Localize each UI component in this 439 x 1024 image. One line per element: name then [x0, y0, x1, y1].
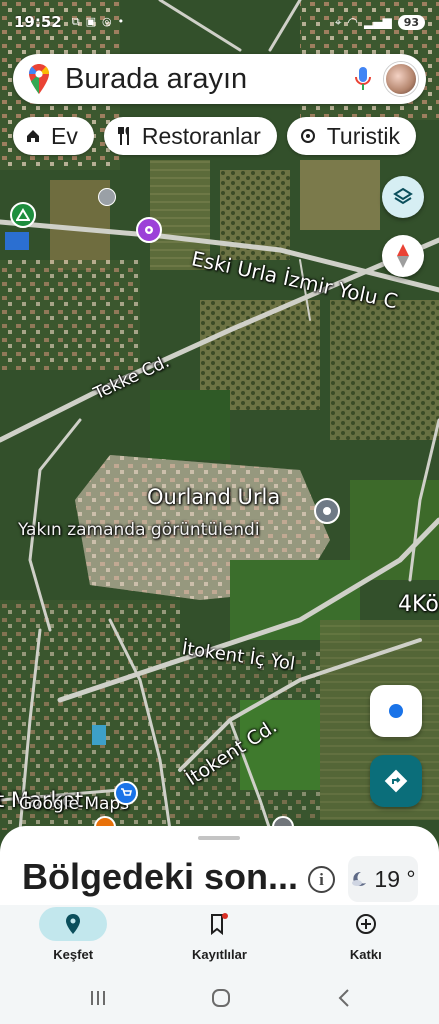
chip-attractions[interactable]: Turistik	[286, 117, 416, 155]
layers-icon	[393, 187, 413, 205]
google-maps-logo-icon	[29, 64, 49, 94]
microphone-icon[interactable]	[354, 66, 372, 92]
signal-icon: ▂▄▆	[364, 15, 392, 29]
sheet-drag-handle[interactable]	[198, 836, 240, 840]
poi-bus-stop-icon[interactable]	[98, 188, 116, 206]
directions-button[interactable]	[370, 755, 422, 807]
place-pin-icon[interactable]	[314, 498, 340, 524]
chip-restaurants-label: Restoranlar	[141, 122, 261, 149]
poi-attraction-icon[interactable]	[136, 217, 162, 243]
contribute-plus-icon	[355, 914, 376, 934]
nav-explore-label: Keşfet	[53, 947, 94, 962]
explore-pin-icon	[66, 914, 81, 934]
layers-button[interactable]	[382, 176, 424, 218]
road-label-4ko: 4Kö	[398, 592, 439, 617]
restaurant-icon	[117, 127, 129, 145]
chip-home[interactable]: Ev	[13, 117, 94, 155]
system-navigation-bar	[0, 973, 439, 1024]
compass-icon	[397, 244, 409, 268]
home-button-icon[interactable]	[211, 988, 231, 1008]
wifi-icon: ◠	[347, 15, 358, 29]
info-icon[interactable]: i	[308, 866, 335, 893]
place-subtitle-recently-viewed: Yakın zamanda görüntülendi	[18, 520, 260, 540]
temperature: 19 °	[374, 865, 416, 892]
nav-explore[interactable]: Keşfet	[0, 905, 146, 973]
notification-icons: ⧉ ▣ ◎ •	[72, 15, 124, 29]
screenshot-icon: ⧉	[71, 15, 80, 28]
back-icon[interactable]	[337, 988, 351, 1008]
chip-restaurants[interactable]: Restoranlar	[103, 117, 277, 155]
nav-contribute-label: Katkı	[349, 947, 382, 962]
search-input[interactable]: Burada arayın	[65, 63, 354, 96]
instagram-icon: ◎	[102, 15, 112, 28]
my-location-button[interactable]	[370, 685, 422, 737]
status-time: 19:52	[14, 13, 62, 31]
attraction-icon	[300, 129, 315, 143]
bottom-navigation: Keşfet Kayıtlılar Katkı	[0, 905, 439, 973]
location-status-icon: ⌖	[334, 14, 342, 29]
nav-saved-label: Kayıtlılar	[192, 947, 247, 962]
place-name-ourland-urla[interactable]: Ourland Urla	[147, 485, 280, 509]
moon-cloud-icon	[352, 871, 367, 886]
cast-icon: ▣	[85, 15, 97, 28]
google-maps-watermark: Google Maps	[19, 794, 130, 814]
chip-home-label: Ev	[51, 122, 78, 149]
avatar[interactable]	[384, 62, 418, 96]
my-location-icon	[389, 704, 403, 718]
nav-saved[interactable]: Kayıtlılar	[146, 905, 292, 973]
more-dot-icon: •	[117, 15, 125, 28]
compass-button[interactable]	[382, 235, 424, 277]
poi-shopping-icon[interactable]	[114, 781, 138, 805]
weather-chip[interactable]: 19 °	[348, 856, 418, 902]
saved-bookmark-icon	[211, 913, 229, 935]
poi-park-icon[interactable]	[10, 202, 36, 228]
home-icon	[27, 130, 39, 142]
category-chips: Ev Restoranlar Turistik	[13, 117, 416, 155]
directions-icon	[384, 769, 408, 793]
sheet-title: Bölgedeki son...	[22, 856, 299, 897]
search-bar[interactable]: Burada arayın	[13, 54, 426, 104]
recent-apps-icon[interactable]	[89, 989, 107, 1007]
status-bar: 19:52 ⧉ ▣ ◎ • ⌖ ◠ ▂▄▆ 93	[0, 0, 439, 44]
chip-attractions-label: Turistik	[326, 122, 400, 149]
nav-contribute[interactable]: Katkı	[293, 905, 439, 973]
battery-indicator: 93	[397, 14, 425, 30]
